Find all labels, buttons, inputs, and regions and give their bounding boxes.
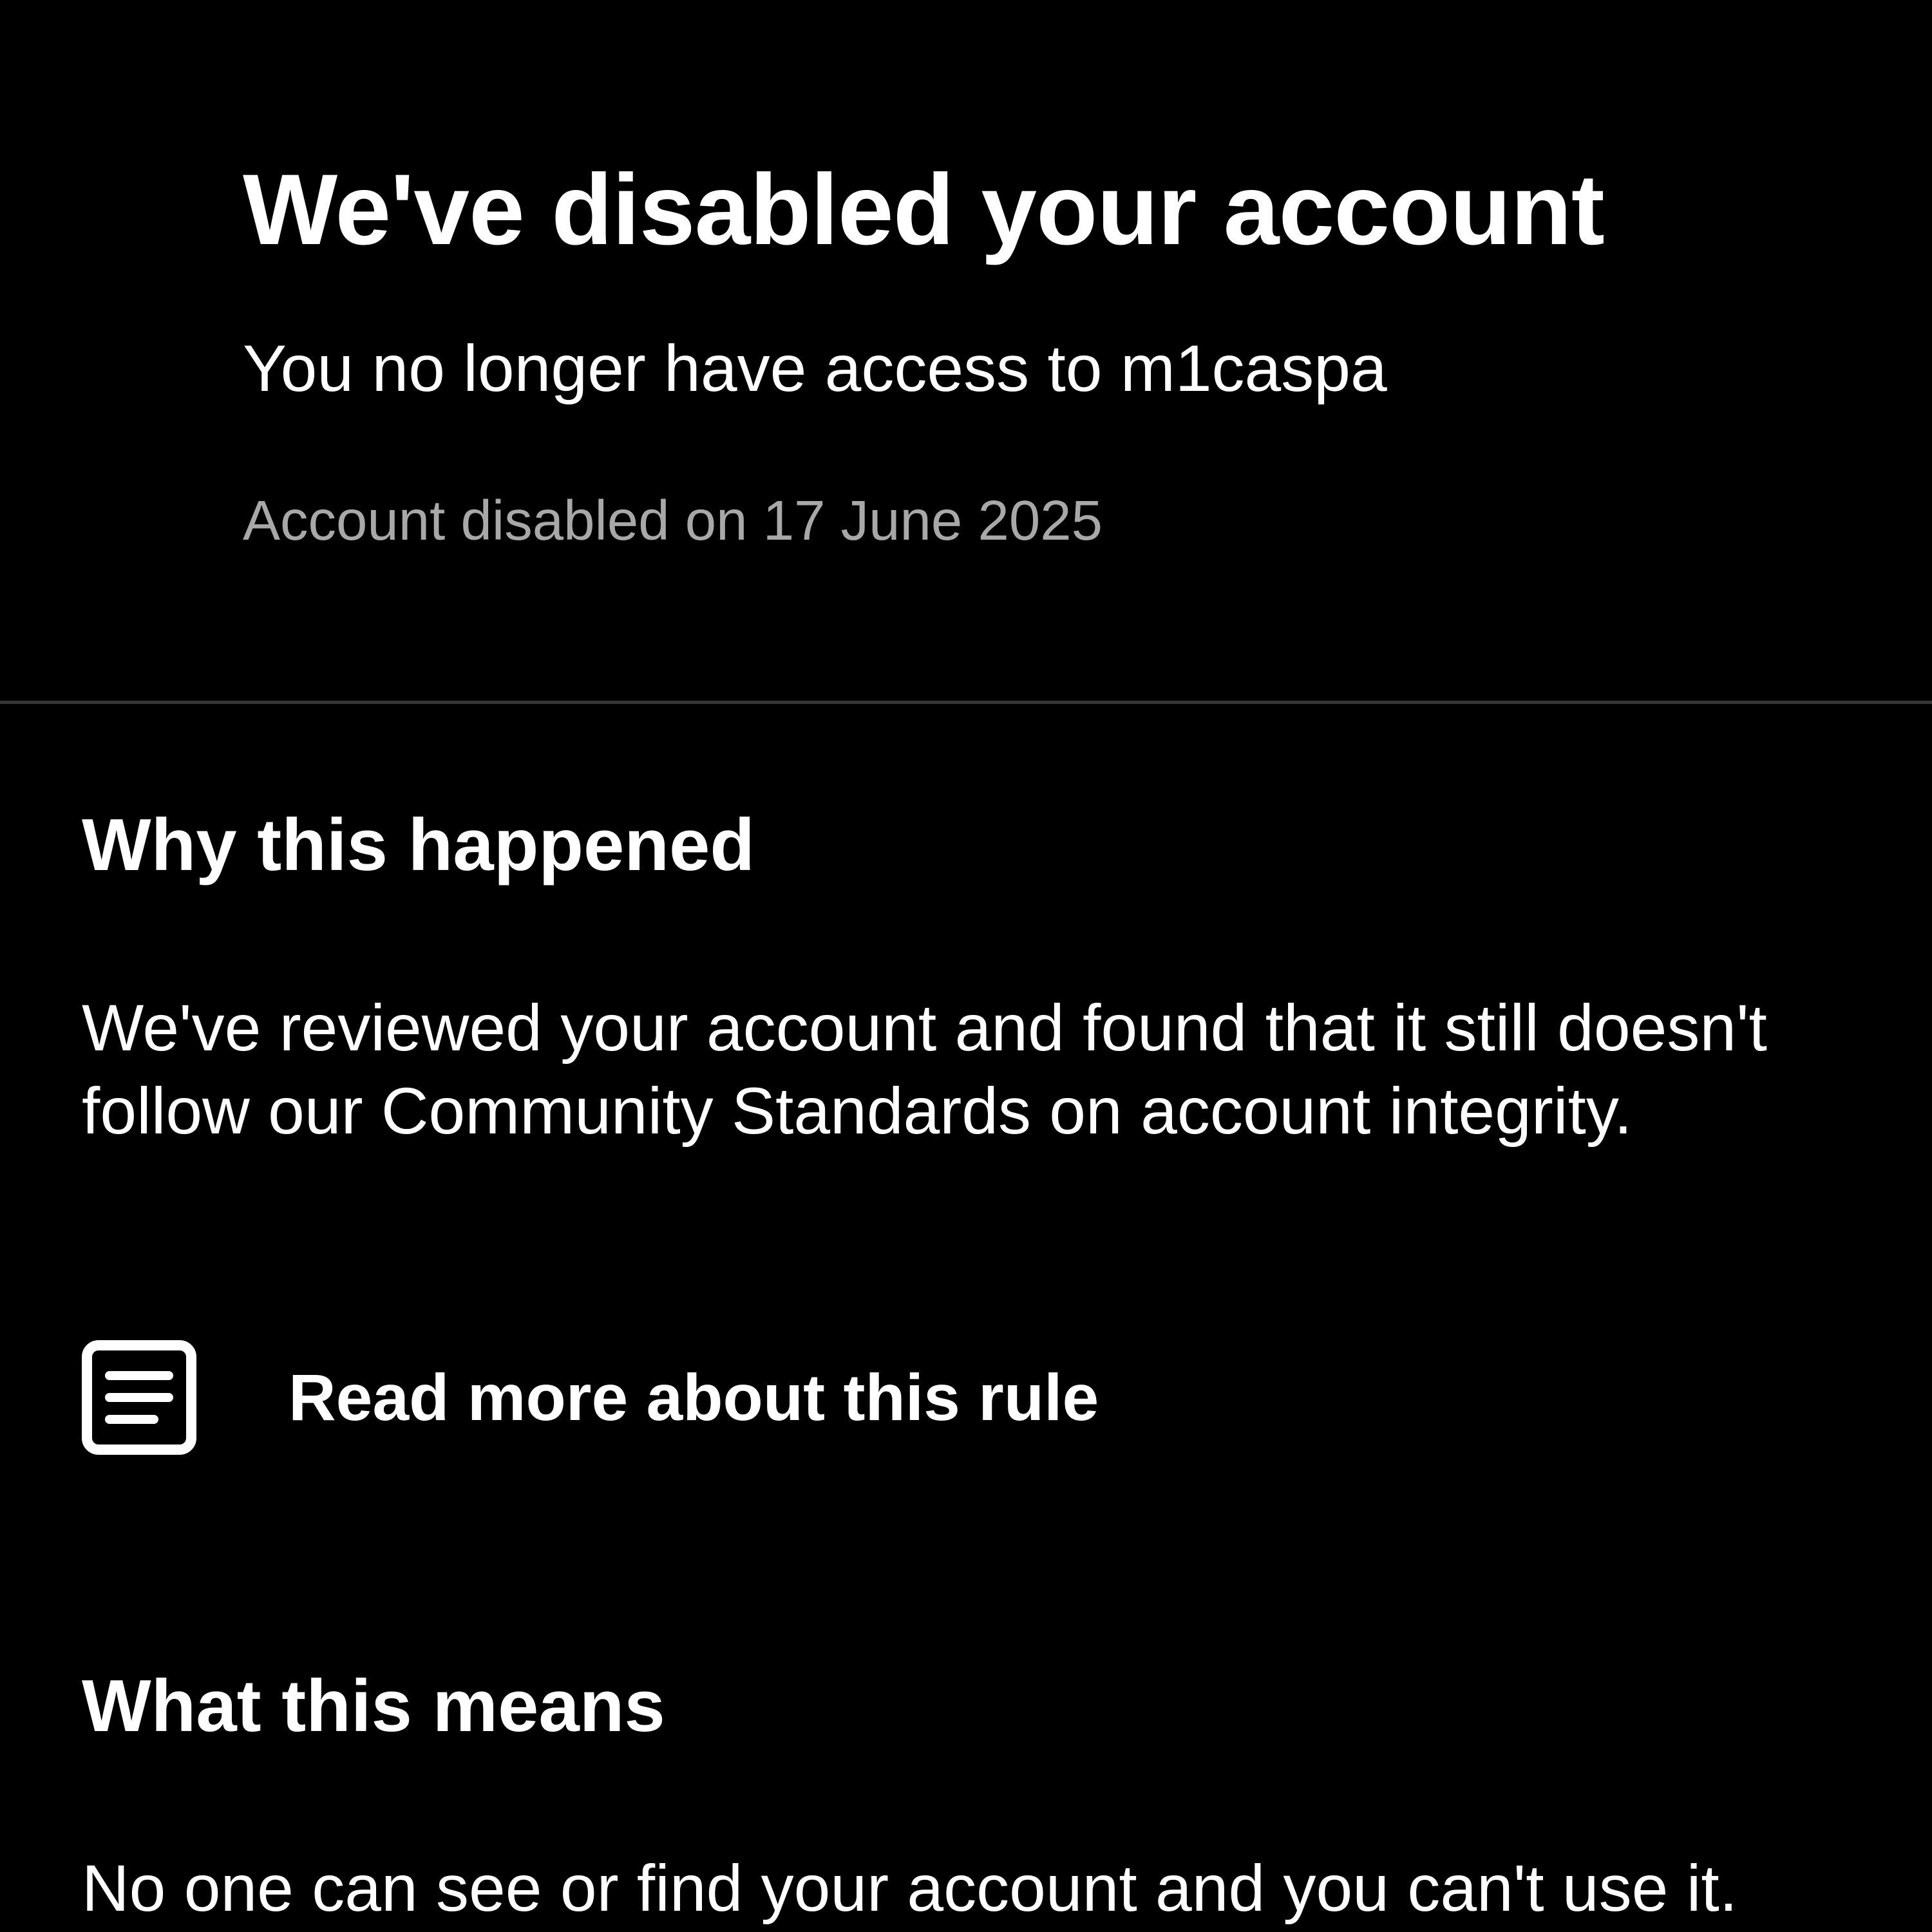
page-title: We've disabled your account [243,154,1605,266]
disabled-account-screen: We've disabled your account You no longe… [0,0,1932,1932]
why-this-happened-heading: Why this happened [82,804,755,886]
document-icon [82,1340,196,1455]
read-more-rule-label: Read more about this rule [289,1361,1099,1434]
what-this-means-heading: What this means [82,1665,665,1747]
disabled-date: Account disabled on 17 June 2025 [243,489,1103,552]
access-message: You no longer have access to m1caspa [243,332,1387,405]
what-this-means-text: No one can see or find your account and … [82,1852,1738,1925]
why-this-happened-text: We've reviewed your account and found th… [82,991,1767,1148]
section-divider [0,701,1932,704]
read-more-rule-link[interactable]: Read more about this rule [82,1340,1177,1455]
